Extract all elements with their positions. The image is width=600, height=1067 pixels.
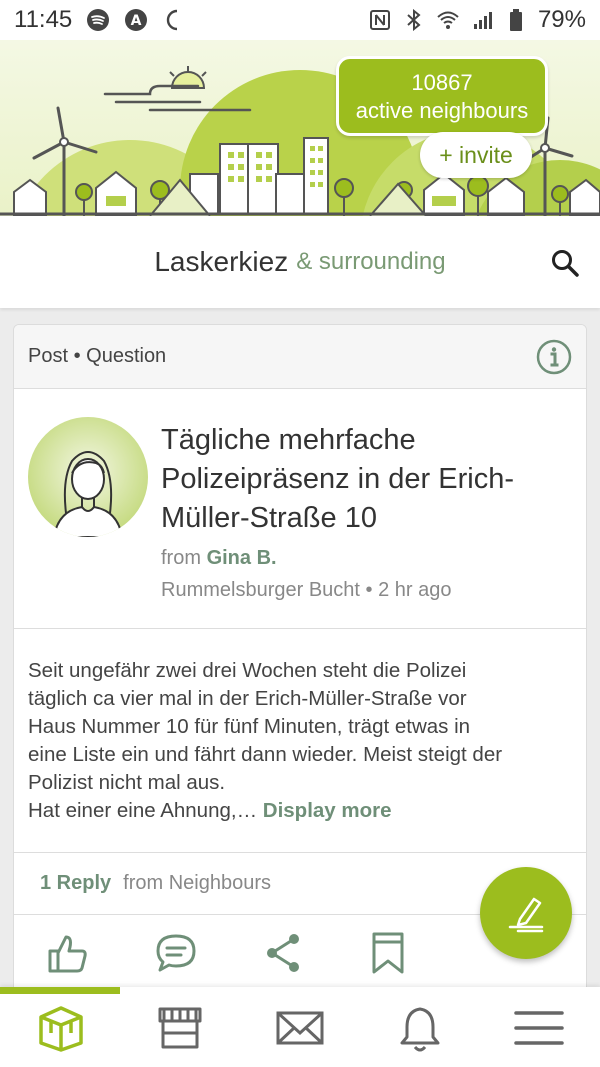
invite-button[interactable]: + invite <box>420 132 532 178</box>
status-bar: 11:45 A 79% <box>0 0 600 40</box>
post-meta: Rummelsburger Bucht • 2 hr ago <box>161 579 452 601</box>
status-time: 11:45 <box>14 6 73 33</box>
body-truncated-text: Hat einer eine Ahnung,… <box>28 799 258 822</box>
battery-icon <box>504 8 528 32</box>
mail-icon[interactable] <box>275 1003 325 1053</box>
svg-text:A: A <box>131 13 142 29</box>
body-line: täglich ca vier mal in der Erich-Müller-… <box>28 687 467 710</box>
info-icon[interactable] <box>536 339 572 375</box>
neighbour-count: 10867 <box>411 70 473 95</box>
thumbs-up-icon[interactable] <box>46 931 90 975</box>
post-type-label: Post • Question <box>28 345 167 367</box>
body-line: Haus Nummer 10 für fünf Minuten, trägt e… <box>28 715 471 738</box>
moon-icon <box>162 8 186 32</box>
create-post-button[interactable] <box>480 867 572 959</box>
post-author-line: from Gina B. <box>161 547 277 570</box>
reply-source: from Neighbours <box>123 872 271 894</box>
bookmark-icon[interactable] <box>366 931 410 975</box>
marketplace-icon[interactable] <box>155 1003 205 1053</box>
bluetooth-icon <box>402 8 426 32</box>
search-icon[interactable] <box>550 248 580 278</box>
post-title[interactable]: Tägliche mehrfache Polizeipräsenz in der… <box>161 421 571 538</box>
share-icon[interactable] <box>262 931 306 975</box>
post-summary: Tägliche mehrfache Polizeipräsenz in der… <box>14 389 586 629</box>
body-line: eine Liste ein und fährt dann wieder. Me… <box>28 743 503 766</box>
nfc-icon <box>368 8 392 32</box>
display-more-link[interactable]: Display more <box>263 799 392 822</box>
page-header: Laskerkiez & surrounding <box>0 216 600 308</box>
page-subtitle: & surrounding <box>296 248 446 275</box>
home-icon[interactable] <box>36 1003 86 1053</box>
body-line: Seit ungefähr zwei drei Wochen steht die… <box>28 659 467 682</box>
edit-icon <box>508 897 544 933</box>
post-body: Seit ungefähr zwei drei Wochen steht die… <box>14 629 586 853</box>
author-avatar[interactable] <box>28 417 148 537</box>
app-a-icon: A <box>124 8 148 32</box>
body-line-last: Hat einer eine Ahnung,… Display more <box>28 797 572 825</box>
author-name[interactable]: Gina B. <box>207 547 277 569</box>
comment-icon[interactable] <box>154 931 198 975</box>
reply-count[interactable]: 1 Reply <box>40 872 111 895</box>
neighbourhood-banner: 10867 active neighbours + invite <box>0 40 600 216</box>
wifi-icon <box>436 8 460 32</box>
menu-icon[interactable] <box>514 1003 564 1053</box>
signal-icon <box>470 8 494 32</box>
active-neighbours-badge: 10867 active neighbours <box>336 56 548 136</box>
person-icon <box>52 451 124 537</box>
bell-icon[interactable] <box>395 1003 445 1053</box>
battery-percent: 79% <box>537 6 586 33</box>
page-title: Laskerkiez <box>154 246 289 277</box>
neighbour-count-label: active neighbours <box>355 98 529 123</box>
from-prefix: from <box>161 547 201 569</box>
active-tab-indicator <box>0 987 120 994</box>
post-card-header: Post • Question <box>14 325 586 389</box>
bottom-navigation <box>0 987 600 1067</box>
body-line: Polizist nicht mal aus. <box>28 771 226 794</box>
spotify-icon <box>86 8 110 32</box>
